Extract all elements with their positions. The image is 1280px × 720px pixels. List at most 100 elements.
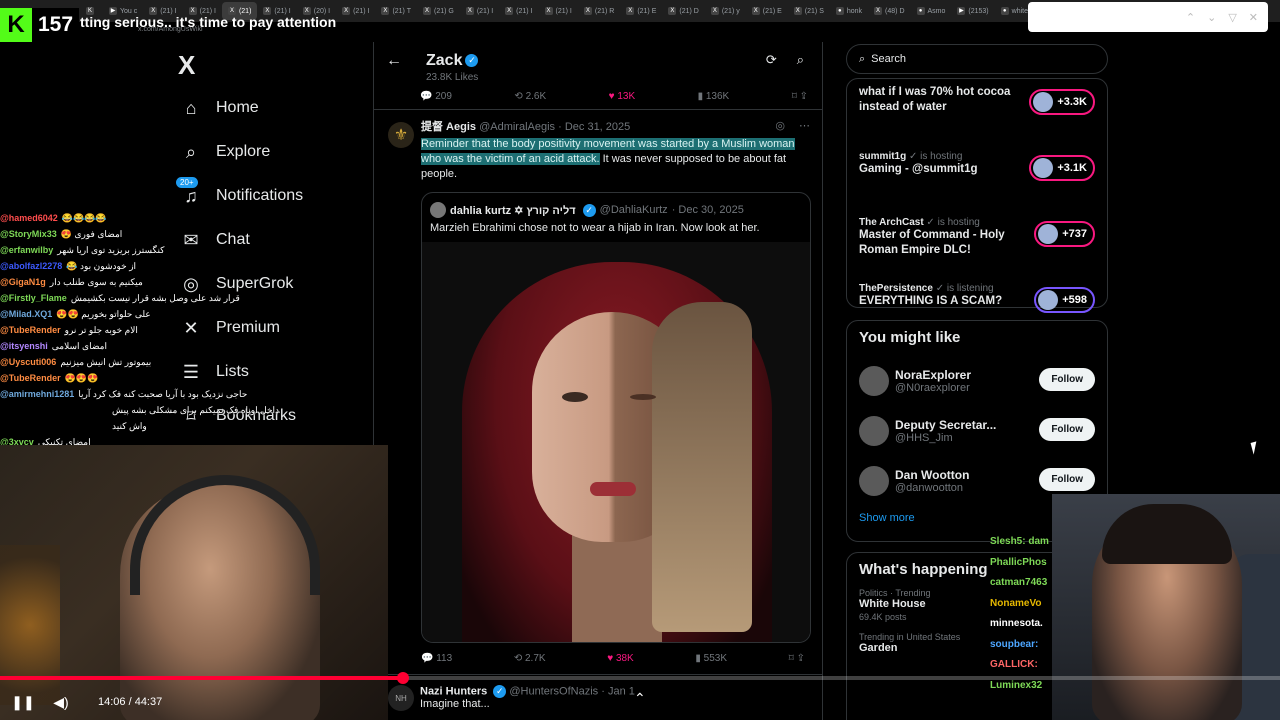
chat-message: @GigaN1g میکنیم به سوی طنلب دار bbox=[0, 274, 205, 290]
chat-text: بیموتور تش انیش میزنیم bbox=[60, 357, 152, 367]
live-space-item[interactable]: summit1g ✓ is hosting Gaming - @summit1g +… bbox=[859, 151, 1095, 217]
views-count[interactable]: ▮ 136K bbox=[698, 91, 730, 102]
suggested-account[interactable]: NoraExplorer @N0raexplorer Follow bbox=[859, 356, 1095, 406]
chat-message: GALLICK: bbox=[990, 659, 1038, 670]
avatar[interactable] bbox=[859, 466, 889, 496]
host-status: is hosting bbox=[937, 217, 980, 228]
listeners-pill[interactable]: +598 bbox=[1034, 287, 1095, 313]
tweet-date[interactable]: · Dec 31, 2025 bbox=[558, 121, 630, 133]
tab-label: (21) E bbox=[762, 7, 782, 15]
follow-button[interactable]: Follow bbox=[1039, 418, 1095, 441]
follow-button[interactable]: Follow bbox=[1039, 468, 1095, 491]
tweet-author-name[interactable]: 提督 Aegis bbox=[421, 121, 476, 133]
browser-tab[interactable]: X (21) y bbox=[705, 2, 746, 20]
browser-tab[interactable]: X (48) D bbox=[868, 2, 910, 20]
account-info: Dan Wootton @danwootton bbox=[895, 468, 969, 494]
chat-message: minnesota. bbox=[990, 618, 1043, 629]
avatar[interactable] bbox=[859, 416, 889, 446]
listeners-pill[interactable]: +737 bbox=[1034, 221, 1095, 247]
bookmark-icon[interactable]: ⌑ ⇪ bbox=[792, 91, 808, 102]
browser-tab[interactable]: X (21) I bbox=[539, 2, 578, 20]
more-icon[interactable]: ⋯ bbox=[799, 119, 810, 132]
account-name[interactable]: Deputy Secretar... bbox=[895, 418, 996, 432]
find-box[interactable]: ⌃ ⌄ ▽ ✕ bbox=[1028, 2, 1268, 32]
chat-message: داخل اوناه فک نمیکنم برای مشکلی بشه پیش bbox=[0, 402, 279, 418]
tab-label: (2153) bbox=[968, 7, 989, 15]
search-icon[interactable]: ⌕ bbox=[797, 52, 804, 68]
host-status: is hosting bbox=[920, 151, 963, 162]
sidebar-item-home[interactable]: ⌂ Home bbox=[178, 86, 303, 130]
follow-button[interactable]: Follow bbox=[1039, 368, 1095, 391]
repost-button[interactable]: ⟲ 2.7K bbox=[514, 653, 546, 664]
reply-button[interactable]: 💬 209 bbox=[420, 91, 452, 102]
chevron-up-icon[interactable]: ⌃ bbox=[634, 690, 646, 707]
volume-icon[interactable]: ◀) bbox=[42, 694, 80, 711]
avatar[interactable]: ⚜ bbox=[388, 122, 414, 148]
live-title: Gaming - @summit1g bbox=[859, 163, 978, 175]
quote-date: · Dec 30, 2025 bbox=[671, 204, 744, 216]
account-handle: @danwootton bbox=[895, 482, 964, 494]
browser-tab[interactable]: X (21) S bbox=[788, 2, 830, 20]
back-arrow-icon[interactable]: ← bbox=[386, 52, 426, 70]
browser-tab[interactable]: ● Asmo bbox=[911, 2, 952, 20]
browser-tab[interactable]: X (21) E bbox=[620, 2, 662, 20]
like-button[interactable]: ♥ 13K bbox=[609, 91, 636, 102]
views-count[interactable]: ▮ 553K bbox=[695, 653, 727, 664]
refresh-icon[interactable]: ⟳ bbox=[766, 52, 777, 68]
timeline-column: ← Zack ✓ ⟳ ⌕ 23.8K Likes 💬 209 ⟲ 2.6K ♥ 1… bbox=[373, 42, 823, 720]
browser-tab[interactable]: ● honk bbox=[830, 2, 868, 20]
listeners-pill[interactable]: +3.3K bbox=[1029, 89, 1095, 115]
live-space-item[interactable]: The ArchCast ✓ is hosting Master of Comma… bbox=[859, 217, 1095, 283]
bookmark-icon[interactable]: ⌑ ⇪ bbox=[789, 653, 805, 664]
quote-image[interactable] bbox=[422, 242, 810, 642]
browser-tab[interactable]: X (21) E bbox=[746, 2, 788, 20]
host-name: ThePersistence bbox=[859, 283, 933, 294]
sidebar-item-explore[interactable]: ⌕ Explore bbox=[178, 130, 303, 174]
find-next-icon[interactable]: ⌄ bbox=[1207, 11, 1216, 24]
browser-tab[interactable]: X (21) I bbox=[499, 2, 538, 20]
suggested-account[interactable]: Deputy Secretar... @HHS_Jim Follow bbox=[859, 406, 1095, 456]
chat-message: @TubeRender الام خوبه جلو تر نرو bbox=[0, 322, 205, 338]
x-logo[interactable]: X bbox=[178, 50, 195, 81]
reply-button[interactable]: 💬 113 bbox=[421, 653, 452, 664]
repost-button[interactable]: ⟲ 2.6K bbox=[514, 91, 546, 102]
chat-text: حاجی نزدیک بود با آریا صحبت کنه فک کرد آ… bbox=[78, 389, 248, 399]
browser-tab[interactable]: X (21) T bbox=[375, 2, 417, 20]
filter-icon[interactable]: ▽ bbox=[1228, 11, 1236, 24]
close-icon[interactable]: ✕ bbox=[1249, 11, 1258, 24]
listeners-pill[interactable]: +3.1K bbox=[1029, 155, 1095, 181]
live-space-item[interactable]: what if I was 70% hot cocoa instead of w… bbox=[859, 85, 1095, 151]
tab-favicon-icon: X bbox=[874, 7, 883, 15]
tab-label: (48) D bbox=[885, 7, 905, 15]
chat-message: @TubeRender 😍😍😍 bbox=[0, 370, 205, 386]
chat-text: 😂😂😂😂 bbox=[61, 213, 107, 223]
browser-tab[interactable]: X (21) R bbox=[578, 2, 620, 20]
chat-message: @erfanwilby کنگسترز بریزید توی اریا شهر bbox=[0, 242, 205, 258]
progress-bar[interactable] bbox=[0, 672, 1280, 684]
account-name[interactable]: Dan Wootton bbox=[895, 468, 969, 482]
sidebar-item-label: Premium bbox=[216, 319, 281, 336]
tweet-author-handle[interactable]: @AdmiralAegis bbox=[479, 121, 555, 133]
listener-count: +3.3K bbox=[1057, 96, 1087, 108]
viewer-counter: K 157 bbox=[0, 8, 80, 42]
find-prev-icon[interactable]: ⌃ bbox=[1186, 11, 1195, 24]
browser-tab[interactable]: X (21) G bbox=[417, 2, 460, 20]
browser-tab[interactable]: X (21) I bbox=[460, 2, 499, 20]
tweet[interactable]: ⚜ ◎ ⋯ 提督 Aegis @AdmiralAegis · Dec 31, 2… bbox=[374, 109, 822, 674]
browser-tab[interactable]: X (21) D bbox=[662, 2, 704, 20]
secondary-chat-overlay: Slesh5: dam PhallicPhos catman7463 NonameVo… bbox=[990, 532, 1052, 696]
search-input[interactable]: ⌕ Search bbox=[846, 44, 1108, 74]
browser-tab[interactable]: X (21) I bbox=[336, 2, 375, 20]
pause-icon[interactable]: ❚❚ bbox=[4, 694, 42, 711]
tab-favicon-icon: X bbox=[668, 7, 677, 15]
account-name[interactable]: NoraExplorer bbox=[895, 368, 971, 382]
quote-header: dahlia kurtz ✡ דליה קורץ ✓ @DahliaKurtz … bbox=[422, 193, 810, 220]
quote-tweet[interactable]: dahlia kurtz ✡ דליה קורץ ✓ @DahliaKurtz … bbox=[421, 192, 811, 643]
avatar[interactable] bbox=[859, 366, 889, 396]
like-button[interactable]: ♥ 38K bbox=[607, 653, 634, 664]
tab-label: (21) D bbox=[679, 7, 699, 15]
tab-label: white bbox=[1011, 7, 1028, 15]
live-space-item[interactable]: ThePersistence ✓ is listening EVERYTHING … bbox=[859, 283, 1095, 349]
browser-tab[interactable]: ▶ (2153) bbox=[951, 2, 994, 20]
grok-icon[interactable]: ◎ bbox=[775, 119, 785, 132]
